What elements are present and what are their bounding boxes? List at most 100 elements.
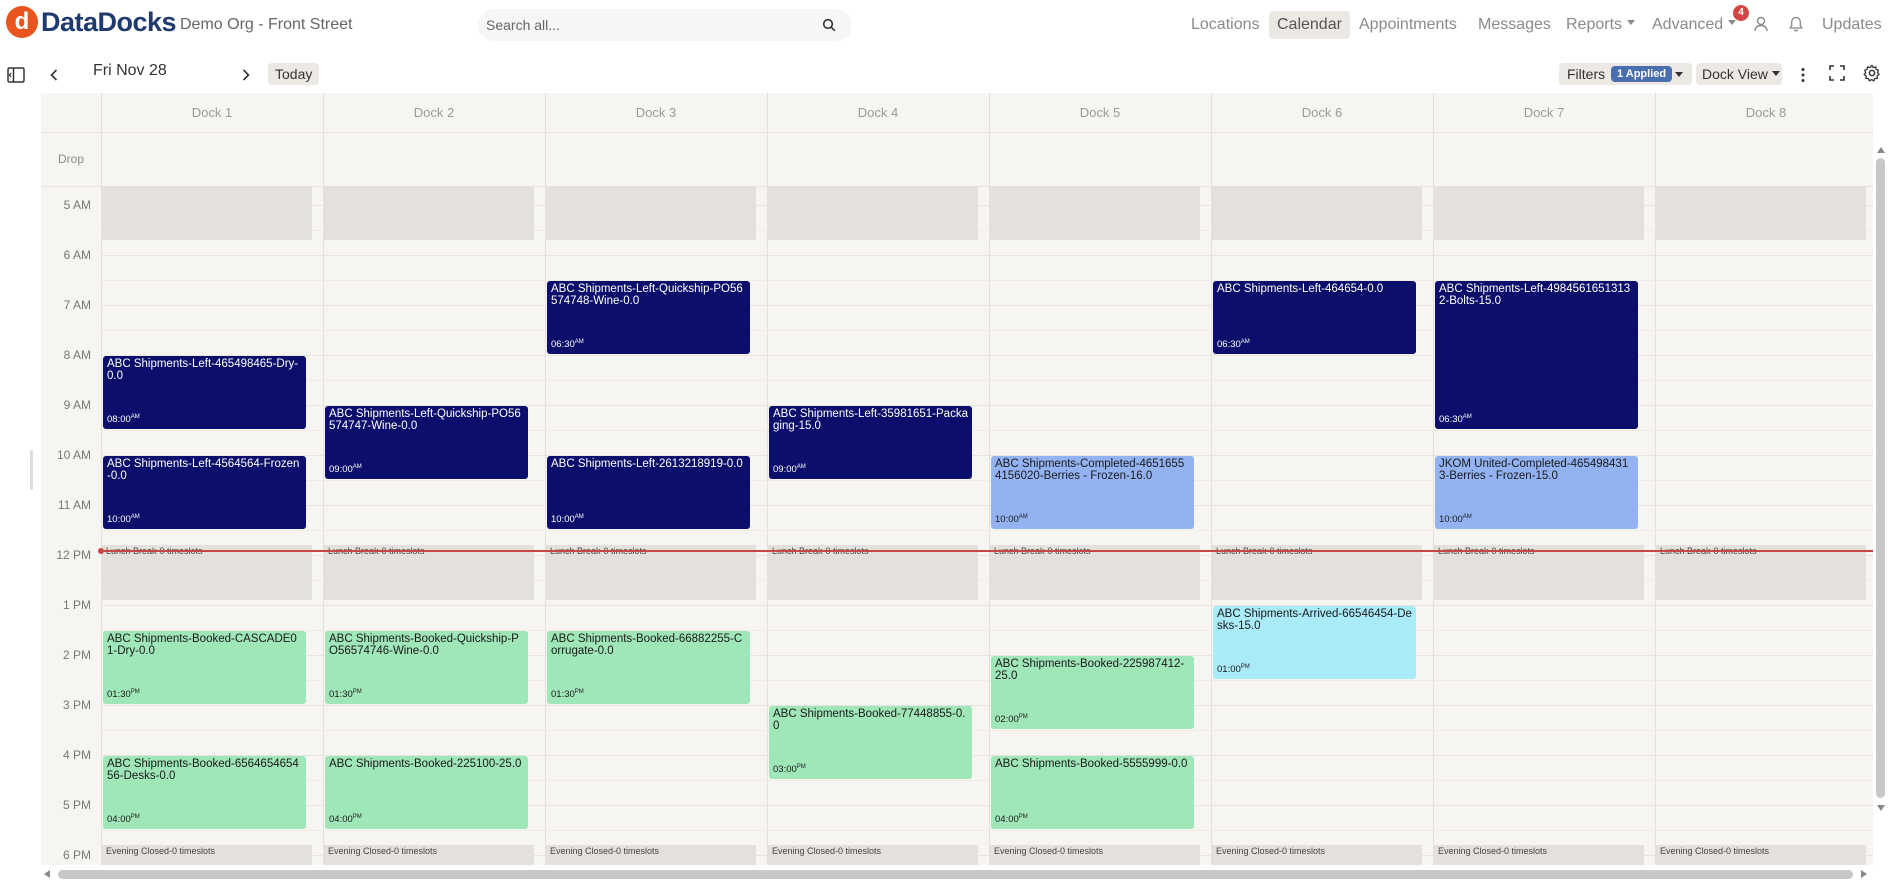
dock-column-header[interactable]: Dock 8 (1655, 93, 1873, 132)
view-select-label: Dock View (1702, 66, 1768, 82)
nav-calendar[interactable]: Calendar (1269, 11, 1350, 39)
appointment-time-value: 10:00 (551, 514, 575, 525)
appointment-card[interactable]: ABC Shipments-Left-Quickship-PO56574748-… (547, 281, 750, 354)
nav-advanced[interactable]: Advanced (1652, 11, 1737, 39)
dock-column-header[interactable]: Dock 3 (545, 93, 767, 132)
drop-row-label: Drop (57, 152, 84, 166)
scroll-left-arrow-icon[interactable] (44, 870, 50, 878)
current-date[interactable]: Fri Nov 28 (93, 62, 167, 80)
appointment-card[interactable]: ABC Shipments-Left-2613218919-0.0 10:00AM (547, 456, 750, 529)
scroll-down-arrow-icon[interactable] (1877, 805, 1885, 811)
brand-name: DataDocks (41, 6, 177, 37)
appointment-time: 02:00PM (995, 711, 1028, 726)
appointment-title: ABC Shipments-Left-465498465-Dry-0.0 (107, 358, 299, 382)
notification-badge: 4 (1733, 5, 1749, 21)
appointment-card[interactable]: ABC Shipments-Left-464654-0.0 06:30AM (1213, 281, 1416, 354)
appointment-title: ABC Shipments-Left-2613218919-0.0 (551, 458, 743, 470)
appointment-time-value: 02:00 (995, 714, 1019, 725)
appointment-card[interactable]: ABC Shipments-Booked-5555999-0.0 04:00PM (991, 756, 1194, 829)
user-icon[interactable] (1752, 15, 1770, 33)
dock-column-header[interactable]: Dock 7 (1433, 93, 1655, 132)
appointment-title: ABC Shipments-Booked-66882255-Corrugate-… (551, 633, 743, 657)
appointment-time: 04:00PM (107, 811, 140, 826)
evening-closed-block-label: Evening Closed-0 timeslots (1216, 846, 1326, 856)
lunch-break-block: Lunch Break-0 timeslots (546, 545, 756, 600)
closed-block (324, 186, 534, 240)
evening-closed-block: Evening Closed-0 timeslots (768, 845, 978, 865)
more-vertical-icon[interactable] (1793, 65, 1813, 85)
today-button[interactable]: Today (268, 63, 320, 85)
appointment-time: 01:30PM (107, 686, 140, 701)
appointment-time-value: 01:00 (1217, 664, 1241, 675)
horizontal-scrollbar[interactable] (58, 870, 1853, 879)
lunch-break-block: Lunch Break-0 timeslots (768, 545, 978, 600)
appointment-card[interactable]: ABC Shipments-Left-4564564-Frozen-0.0 10:… (103, 456, 306, 529)
scroll-up-arrow-icon[interactable] (1877, 147, 1885, 153)
appointment-title: ABC Shipments-Booked-5555999-0.0 (995, 758, 1188, 770)
appointment-card[interactable]: ABC Shipments-Booked-225100-25.0 04:00PM (325, 756, 528, 829)
appointment-time: 08:00AM (107, 411, 140, 426)
nav-updates[interactable]: Updates (1822, 11, 1882, 39)
appointment-ampm: AM (1462, 513, 1472, 520)
dock-column-header[interactable]: Dock 6 (1211, 93, 1433, 132)
appointment-time: 10:00AM (107, 511, 140, 526)
appointment-title: ABC Shipments-Booked-CASCADE01-Dry-0.0 (107, 633, 297, 657)
settings-gear-icon[interactable] (1862, 63, 1882, 83)
dock-column-header[interactable]: Dock 1 (101, 93, 323, 132)
filters-applied-badge: 1 Applied (1611, 66, 1673, 82)
dock-column-header[interactable]: Dock 2 (323, 93, 545, 132)
appointment-card[interactable]: ABC Shipments-Booked-225987412-25.0 02:00… (991, 656, 1194, 729)
lunch-break-block: Lunch Break-0 timeslots (324, 545, 534, 600)
search-icon[interactable] (822, 18, 836, 32)
scroll-right-arrow-icon[interactable] (1861, 870, 1867, 878)
appointment-time: 06:30AM (1217, 336, 1250, 351)
appointment-time: 01:00PM (1217, 661, 1250, 676)
appointment-card[interactable]: ABC Shipments-Left-49845616513132-Bolts-… (1435, 281, 1638, 429)
fullscreen-icon[interactable] (1827, 63, 1847, 83)
chevron-left-icon[interactable] (44, 65, 64, 85)
dock-column-header[interactable]: Dock 5 (989, 93, 1211, 132)
appointment-card[interactable]: ABC Shipments-Completed-46516554156020-B… (991, 456, 1194, 529)
lunch-break-block: Lunch Break-0 timeslots (102, 545, 312, 600)
nav-reports[interactable]: Reports (1566, 11, 1636, 39)
appointment-ampm: AM (1018, 513, 1028, 520)
appointment-card[interactable]: ABC Shipments-Booked-77448855-0.0 03:00PM (769, 706, 972, 779)
appointment-time: 01:30PM (551, 686, 584, 701)
appointment-time: 04:00PM (995, 811, 1028, 826)
appointment-card[interactable]: ABC Shipments-Left-Quickship-PO56574747-… (325, 406, 528, 479)
nav-locations[interactable]: Locations (1191, 11, 1260, 39)
appointment-title: ABC Shipments-Left-35981651-Packaging-15… (773, 408, 968, 432)
sidebar-resize-handle[interactable] (30, 450, 33, 490)
org-name[interactable]: Demo Org - Front Street (180, 16, 353, 34)
hour-label: 6 AM (63, 248, 91, 262)
evening-closed-block: Evening Closed-0 timeslots (546, 845, 756, 865)
appointment-card[interactable]: ABC Shipments-Booked-Quickship-PO5657474… (325, 631, 528, 704)
appointment-card[interactable]: ABC Shipments-Booked-656465465456-Desks-… (103, 756, 306, 829)
appointment-ampm: PM (574, 688, 584, 695)
appointment-time-value: 10:00 (1439, 514, 1463, 525)
search-input[interactable] (484, 15, 804, 35)
lunch-break-block: Lunch Break-0 timeslots (1656, 545, 1866, 600)
evening-closed-block: Evening Closed-0 timeslots (102, 845, 312, 865)
chevron-down-icon (1627, 20, 1636, 26)
nav-appointments[interactable]: Appointments (1359, 11, 1457, 39)
hour-label: 1 PM (62, 598, 91, 612)
appointment-card[interactable]: ABC Shipments-Arrived-66546454-Desks-15.… (1213, 606, 1416, 679)
view-select[interactable]: Dock View (1696, 63, 1782, 85)
sidebar-toggle-icon[interactable] (6, 65, 26, 85)
evening-closed-block-label: Evening Closed-0 timeslots (994, 846, 1104, 856)
logo[interactable]: d DataDocks (6, 6, 177, 38)
bell-icon[interactable] (1787, 15, 1805, 33)
appointment-card[interactable]: ABC Shipments-Booked-66882255-Corrugate-… (547, 631, 750, 704)
hour-label: 10 AM (56, 448, 91, 462)
nav-messages[interactable]: Messages (1478, 11, 1551, 39)
appointment-card[interactable]: JKOM United-Completed-4654984313-Berries… (1435, 456, 1638, 529)
chevron-right-icon[interactable] (236, 65, 256, 85)
appointment-time: 09:00AM (329, 461, 362, 476)
filters-button[interactable]: Filters 1 Applied (1559, 63, 1692, 85)
dock-column-header[interactable]: Dock 4 (767, 93, 989, 132)
appointment-card[interactable]: ABC Shipments-Left-465498465-Dry-0.0 08:0… (103, 356, 306, 429)
appointment-card[interactable]: ABC Shipments-Left-35981651-Packaging-15… (769, 406, 972, 479)
vertical-scrollbar[interactable] (1876, 158, 1885, 798)
appointment-card[interactable]: ABC Shipments-Booked-CASCADE01-Dry-0.0 01… (103, 631, 306, 704)
